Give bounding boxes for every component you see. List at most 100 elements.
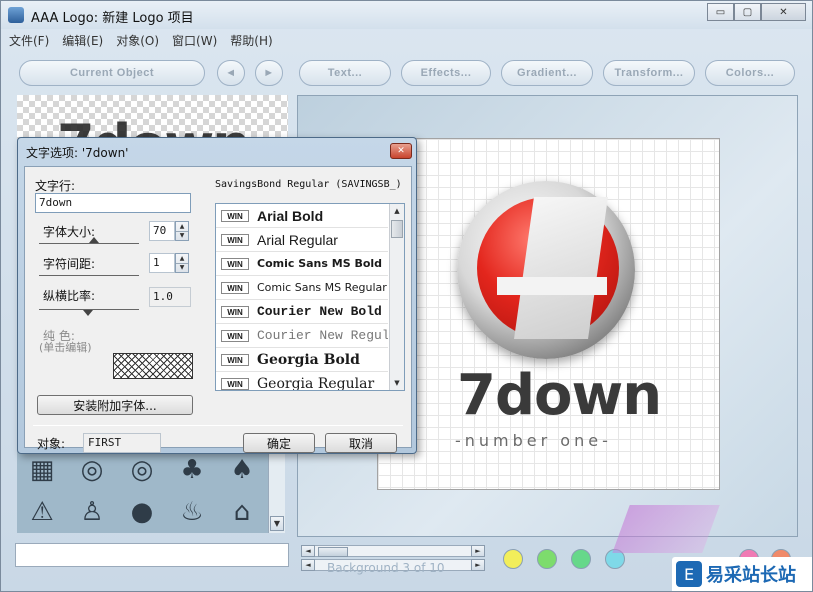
font-item-label: Arial Bold bbox=[257, 207, 324, 224]
window-title: AAA Logo: 新建 Logo 项目 bbox=[31, 11, 194, 26]
win-tag: WIN bbox=[221, 281, 249, 294]
flame-icon[interactable]: ♨ bbox=[167, 491, 217, 533]
font-list-item[interactable]: WIN Courier New Bold bbox=[216, 300, 388, 324]
text-button[interactable]: Text... bbox=[299, 60, 391, 86]
color-swatch-green[interactable] bbox=[537, 549, 557, 569]
gradient-button[interactable]: Gradient... bbox=[501, 60, 593, 86]
brand-logo-icon: E bbox=[676, 561, 702, 587]
win-tag: WIN bbox=[221, 377, 249, 390]
tree-icon[interactable]: ♣ bbox=[167, 449, 217, 491]
font-size-slider-knob[interactable] bbox=[89, 237, 99, 243]
font-size-spinner[interactable]: ▲ ▼ bbox=[175, 221, 189, 241]
font-list-item[interactable]: WIN Arial Bold bbox=[216, 204, 388, 228]
solid-color-box[interactable] bbox=[113, 353, 193, 379]
transform-button[interactable]: Transform... bbox=[603, 60, 695, 86]
aspect-input[interactable]: 1.0 bbox=[149, 287, 191, 307]
handshake-icon[interactable]: ♙ bbox=[67, 491, 117, 533]
dialog-divider bbox=[33, 425, 403, 426]
win-tag: WIN bbox=[221, 329, 249, 342]
font-list-item[interactable]: WIN Arial Regular bbox=[216, 228, 388, 252]
minimize-button[interactable]: ▭ bbox=[707, 3, 734, 21]
scroll-right-icon[interactable]: ► bbox=[471, 559, 485, 571]
aspect-slider-knob[interactable] bbox=[83, 310, 93, 316]
color-swatch-yellow[interactable] bbox=[503, 549, 523, 569]
scroll-thumb[interactable] bbox=[318, 547, 348, 557]
spiral-icon[interactable]: ◎ bbox=[67, 449, 117, 491]
app-window: AAA Logo: 新建 Logo 项目 ▭ ▢ ✕ 文件(F) 编辑(E) 对… bbox=[0, 0, 813, 592]
win-tag: WIN bbox=[221, 305, 249, 318]
maximize-button[interactable]: ▢ bbox=[734, 3, 761, 21]
calendar-icon[interactable]: ▦ bbox=[17, 449, 67, 491]
scroll-down-icon[interactable]: ▼ bbox=[270, 516, 284, 531]
church-icon[interactable]: ⌂ bbox=[217, 491, 267, 533]
title-bar: AAA Logo: 新建 Logo 项目 ▭ ▢ ✕ bbox=[1, 1, 812, 29]
text-line-label: 文字行: bbox=[35, 179, 76, 193]
menu-help[interactable]: 帮助(H) bbox=[230, 32, 272, 50]
font-item-label: Arial Regular bbox=[257, 231, 338, 248]
font-item-label: Courier New Regular bbox=[257, 328, 388, 343]
solid-color-hint: (单击编辑) bbox=[39, 341, 92, 354]
target-icon[interactable]: ◎ bbox=[117, 449, 167, 491]
menu-object[interactable]: 对象(O) bbox=[116, 32, 159, 50]
install-fonts-button[interactable]: 安装附加字体... bbox=[37, 395, 193, 415]
scroll-up-icon[interactable]: ▲ bbox=[390, 204, 404, 218]
clipart-gallery: ▦ ◎ ◎ ♣ ♠ ⚠ ♙ ● ♨ ⌂ bbox=[17, 449, 285, 533]
font-item-label: Comic Sans MS Bold bbox=[257, 257, 383, 270]
logo-emblem-bar bbox=[497, 277, 607, 295]
char-spacing-spinner[interactable]: ▲ ▼ bbox=[175, 253, 189, 273]
pine-tree-icon[interactable]: ♠ bbox=[217, 449, 267, 491]
menu-window[interactable]: 窗口(W) bbox=[172, 32, 217, 50]
object-label: 对象: bbox=[37, 437, 66, 451]
dialog-close-button[interactable]: ✕ bbox=[390, 143, 412, 159]
prev-object-button[interactable]: ◄ bbox=[217, 60, 245, 86]
menu-edit[interactable]: 编辑(E) bbox=[62, 32, 103, 50]
font-list-item[interactable]: WIN Georgia Regular bbox=[216, 372, 388, 390]
font-list-item[interactable]: WIN Comic Sans MS Regular bbox=[216, 276, 388, 300]
color-swatch-mint[interactable] bbox=[571, 549, 591, 569]
text-line-input[interactable]: 7down bbox=[35, 193, 191, 213]
colors-button[interactable]: Colors... bbox=[705, 60, 795, 86]
logo-tagline[interactable]: -number one- bbox=[455, 431, 612, 450]
current-object-button[interactable]: Current Object bbox=[19, 60, 205, 86]
scroll-down-icon[interactable]: ▼ bbox=[390, 376, 404, 390]
scroll-left-icon[interactable]: ◄ bbox=[301, 559, 315, 571]
background-status: Background 3 of 10 bbox=[327, 561, 445, 575]
font-list-scroll-thumb[interactable] bbox=[391, 220, 403, 238]
watermark-badge: E 易采站长站 bbox=[672, 557, 812, 591]
win-tag: WIN bbox=[221, 209, 249, 222]
logo-wordmark[interactable]: 7down bbox=[457, 363, 662, 428]
warning-fire-icon[interactable]: ⚠ bbox=[17, 491, 67, 533]
decorative-swash bbox=[612, 505, 720, 553]
effects-button[interactable]: Effects... bbox=[401, 60, 491, 86]
app-icon bbox=[8, 7, 24, 23]
font-item-label: Georgia Bold bbox=[257, 351, 360, 368]
horizontal-scrollbar-1[interactable] bbox=[301, 545, 485, 557]
close-button[interactable]: ✕ bbox=[761, 3, 806, 21]
dialog-body: 文字行: 7down 字体大小: 70 ▲ ▼ 字符间距: 1 ▲ ▼ 纵横比率: … bbox=[24, 166, 412, 453]
window-controls: ▭ ▢ ✕ bbox=[707, 3, 806, 21]
current-font-label: SavingsBond Regular (SAVINGSB_) bbox=[215, 179, 402, 190]
font-list-item[interactable]: WIN Georgia Bold bbox=[216, 348, 388, 372]
dialog-title: 文字选项: '7down' bbox=[26, 146, 129, 160]
scroll-right-icon[interactable]: ► bbox=[471, 545, 485, 557]
fire-circle-icon[interactable]: ● bbox=[117, 491, 167, 533]
font-list-item[interactable]: WIN Courier New Regular bbox=[216, 324, 388, 348]
font-list-scrollbar[interactable]: ▲ ▼ bbox=[389, 204, 404, 390]
cancel-button[interactable]: 取消 bbox=[325, 433, 397, 453]
win-tag: WIN bbox=[221, 233, 249, 246]
win-tag: WIN bbox=[221, 353, 249, 366]
font-list-item[interactable]: WIN Comic Sans MS Bold bbox=[216, 252, 388, 276]
char-spacing-input[interactable]: 1 bbox=[149, 253, 175, 273]
scroll-left-icon[interactable]: ◄ bbox=[301, 545, 315, 557]
aspect-label: 纵横比率: bbox=[43, 289, 96, 303]
font-item-label: Courier New Bold bbox=[257, 304, 382, 319]
ok-button[interactable]: 确定 bbox=[243, 433, 315, 453]
menu-file[interactable]: 文件(F) bbox=[9, 32, 49, 50]
font-size-input[interactable]: 70 bbox=[149, 221, 175, 241]
next-object-button[interactable]: ► bbox=[255, 60, 283, 86]
font-list[interactable]: WIN Arial Bold WIN Arial Regular WIN Com… bbox=[215, 203, 405, 391]
char-spacing-slider[interactable] bbox=[39, 275, 139, 276]
font-size-slider[interactable] bbox=[39, 243, 139, 244]
object-field: FIRST bbox=[83, 433, 161, 453]
text-options-dialog: 文字选项: '7down' ✕ 文字行: 7down 字体大小: 70 ▲ ▼ 字… bbox=[17, 137, 417, 454]
